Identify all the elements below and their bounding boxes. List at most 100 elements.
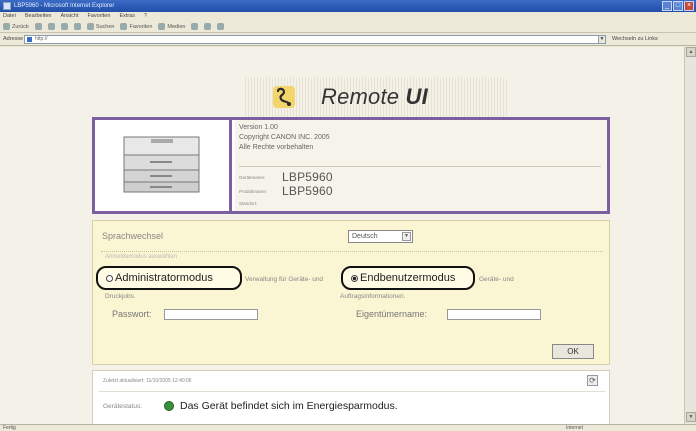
info-separator <box>239 166 601 167</box>
forward-button[interactable] <box>34 21 42 32</box>
language-label: Sprachwechsel <box>102 231 164 241</box>
page-viewport: Remote UI Version 1.00 Copyright CANON I… <box>0 47 684 424</box>
minimize-button[interactable]: _ <box>662 1 672 11</box>
device-info-box: Version 1.00 Copyright CANON INC. 2005 A… <box>92 117 610 214</box>
favorites-button[interactable]: Favoriten <box>120 21 152 32</box>
remote-ui-logo-icon <box>273 86 295 108</box>
owner-name-input[interactable] <box>447 309 541 320</box>
panel-divider <box>101 251 603 252</box>
password-input[interactable] <box>164 309 258 320</box>
address-label: Adresse <box>3 36 24 42</box>
search-icon <box>86 23 94 30</box>
admin-desc-2: Druckjobs. <box>105 293 136 300</box>
url-input[interactable]: http:// <box>24 35 602 44</box>
stop-icon <box>47 23 55 30</box>
enduser-desc-1: Geräte- und <box>479 276 514 283</box>
location-label: Standort: <box>239 201 258 206</box>
media-icon <box>158 23 166 30</box>
remote-ui-title: Remote UI <box>321 84 428 110</box>
language-value: Deutsch <box>352 233 378 240</box>
star-icon <box>120 23 128 30</box>
scroll-down-icon[interactable]: ▼ <box>686 412 696 422</box>
ok-button[interactable]: OK <box>552 344 594 359</box>
scroll-up-icon[interactable]: ▲ <box>686 47 696 57</box>
window-titlebar: LBP5960 - Microsoft Internet Explorer _ … <box>0 0 696 12</box>
forward-arrow-icon <box>34 23 42 30</box>
password-label: Passwort: <box>112 309 152 319</box>
rights-text: Alle Rechte vorbehalten <box>239 144 314 151</box>
go-button[interactable]: Wechseln zu <box>612 36 643 42</box>
admin-desc-1: Verwaltung für Geräte- und <box>245 276 324 283</box>
device-info-text: Version 1.00 Copyright CANON INC. 2005 A… <box>235 120 607 211</box>
browser-toolbar: Zurück Suchen Favoriten Medien <box>0 21 696 33</box>
menu-item-bearbeiten[interactable]: Bearbeiten <box>25 12 52 21</box>
device-name-value: LBP5960 <box>282 170 333 184</box>
refresh-page-button[interactable] <box>60 21 68 32</box>
remote-ui-header: Remote UI <box>243 77 507 117</box>
owner-name-label: Eigentümername: <box>356 309 428 319</box>
enduser-mode-radio[interactable]: Endbenutzermodus <box>341 266 475 290</box>
device-name-label: Gerätename: <box>239 175 266 180</box>
admin-radio-icon <box>106 274 113 282</box>
ie-app-icon <box>3 2 11 10</box>
device-status-text: Das Gerät befindet sich im Energiesparmo… <box>180 400 398 412</box>
search-button[interactable]: Suchen <box>86 21 115 32</box>
enduser-radio-icon <box>351 274 358 282</box>
refresh-status-button[interactable]: ⟳ <box>587 375 598 386</box>
refresh-icon: ⟳ <box>589 376 596 385</box>
card-separator <box>99 391 605 392</box>
status-ok-icon <box>164 401 174 411</box>
admin-mode-radio[interactable]: Administratormodus <box>96 266 242 290</box>
product-name-label: Produktname: <box>239 189 268 194</box>
logo-text-ui: UI <box>405 84 428 109</box>
mail-button[interactable] <box>204 21 212 32</box>
chevron-down-icon: ▼ <box>402 232 411 241</box>
window-controls: _ □ × <box>662 1 694 11</box>
language-select[interactable]: Deutsch ▼ <box>348 230 413 243</box>
version-text: Version 1.00 <box>239 124 278 131</box>
login-mode-header: Anmeldemodus auswählen <box>105 254 178 260</box>
go-links: Wechseln zu Links <box>612 33 658 46</box>
media-button[interactable]: Medien <box>158 21 185 32</box>
home-icon <box>73 23 81 30</box>
menu-item-ansicht[interactable]: Ansicht <box>60 12 78 21</box>
links-button[interactable]: Links <box>645 36 658 42</box>
search-label: Suchen <box>95 23 115 30</box>
status-ready: Fertig <box>3 425 16 431</box>
address-dropdown-button[interactable]: ▼ <box>598 35 606 44</box>
product-name-value: LBP5960 <box>282 184 333 198</box>
enduser-mode-label: Endbenutzermodus <box>360 272 456 284</box>
window-title: LBP5960 - Microsoft Internet Explorer <box>14 3 115 9</box>
vertical-scrollbar[interactable]: ▲ ▼ <box>684 47 696 424</box>
page-icon <box>27 37 32 42</box>
favorites-label: Favoriten <box>129 23 153 30</box>
stop-button[interactable] <box>47 21 55 32</box>
admin-mode-label: Administratormodus <box>115 272 213 284</box>
media-label: Medien <box>167 23 186 30</box>
home-button[interactable] <box>73 21 81 32</box>
close-button[interactable]: × <box>684 1 694 11</box>
print-button[interactable] <box>217 21 225 32</box>
device-status-label: Gerätestatus: <box>103 403 143 410</box>
logo-text-remote: Remote <box>321 84 400 109</box>
enduser-desc-2: Auftragsinformationen. <box>340 293 406 300</box>
browser-statusbar: Fertig Internet <box>0 424 696 431</box>
last-update-text: Zuletzt aktualisiert: 11/10/2005 12:40:0… <box>103 378 192 384</box>
back-label: Zurück <box>12 23 29 30</box>
device-status-card: Zuletzt aktualisiert: 11/10/2005 12:40:0… <box>92 370 610 424</box>
security-zone: Internet <box>566 425 583 431</box>
maximize-button[interactable]: □ <box>673 1 683 11</box>
url-text: http:// <box>35 36 48 42</box>
mail-icon <box>204 23 212 30</box>
back-arrow-icon <box>3 23 10 30</box>
printer-image <box>95 120 232 211</box>
history-button[interactable] <box>191 21 199 32</box>
copyright-text: Copyright CANON INC. 2005 <box>239 134 330 141</box>
back-button[interactable]: Zurück <box>3 21 29 32</box>
address-bar: Adresse http:// ▼ Wechseln zu Links <box>0 33 696 46</box>
printer-icon <box>217 23 225 30</box>
login-panel: Sprachwechsel Deutsch ▼ Anmeldemodus aus… <box>92 220 610 365</box>
printer-icon <box>123 136 200 193</box>
refresh-icon <box>60 23 68 30</box>
history-icon <box>191 23 199 30</box>
